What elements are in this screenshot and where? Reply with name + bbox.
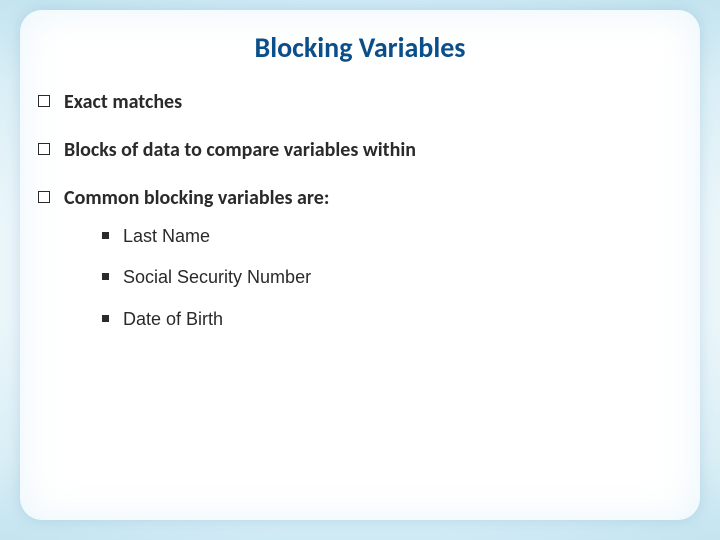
hollow-square-bullet-icon: [38, 95, 50, 107]
bullet-list: Exact matches Blocks of data to compare …: [38, 89, 690, 349]
sub-bullet-text: Last Name: [123, 225, 210, 248]
sub-bullet-text: Date of Birth: [123, 308, 223, 331]
filled-square-bullet-icon: [102, 273, 109, 280]
list-item: Exact matches: [38, 89, 690, 115]
bullet-text: Exact matches: [64, 89, 182, 115]
sub-bullet-list: Last Name Social Security Number Date of…: [102, 225, 311, 349]
sub-bullet-text: Social Security Number: [123, 266, 311, 289]
bullet-text: Common blocking variables are:: [64, 185, 329, 211]
filled-square-bullet-icon: [102, 315, 109, 322]
list-item: Social Security Number: [102, 266, 311, 289]
bullet-text: Blocks of data to compare variables with…: [64, 137, 416, 163]
list-item: Last Name: [102, 225, 311, 248]
list-item: Blocks of data to compare variables with…: [38, 137, 690, 163]
slide-title: Blocking Variables: [30, 30, 690, 65]
hollow-square-bullet-icon: [38, 191, 50, 203]
hollow-square-bullet-icon: [38, 143, 50, 155]
slide-panel: Blocking Variables Exact matches Blocks …: [20, 10, 700, 520]
list-item: Date of Birth: [102, 308, 311, 331]
filled-square-bullet-icon: [102, 232, 109, 239]
list-item: Common blocking variables are: Last Name…: [38, 185, 690, 349]
slide: Blocking Variables Exact matches Blocks …: [0, 0, 720, 540]
